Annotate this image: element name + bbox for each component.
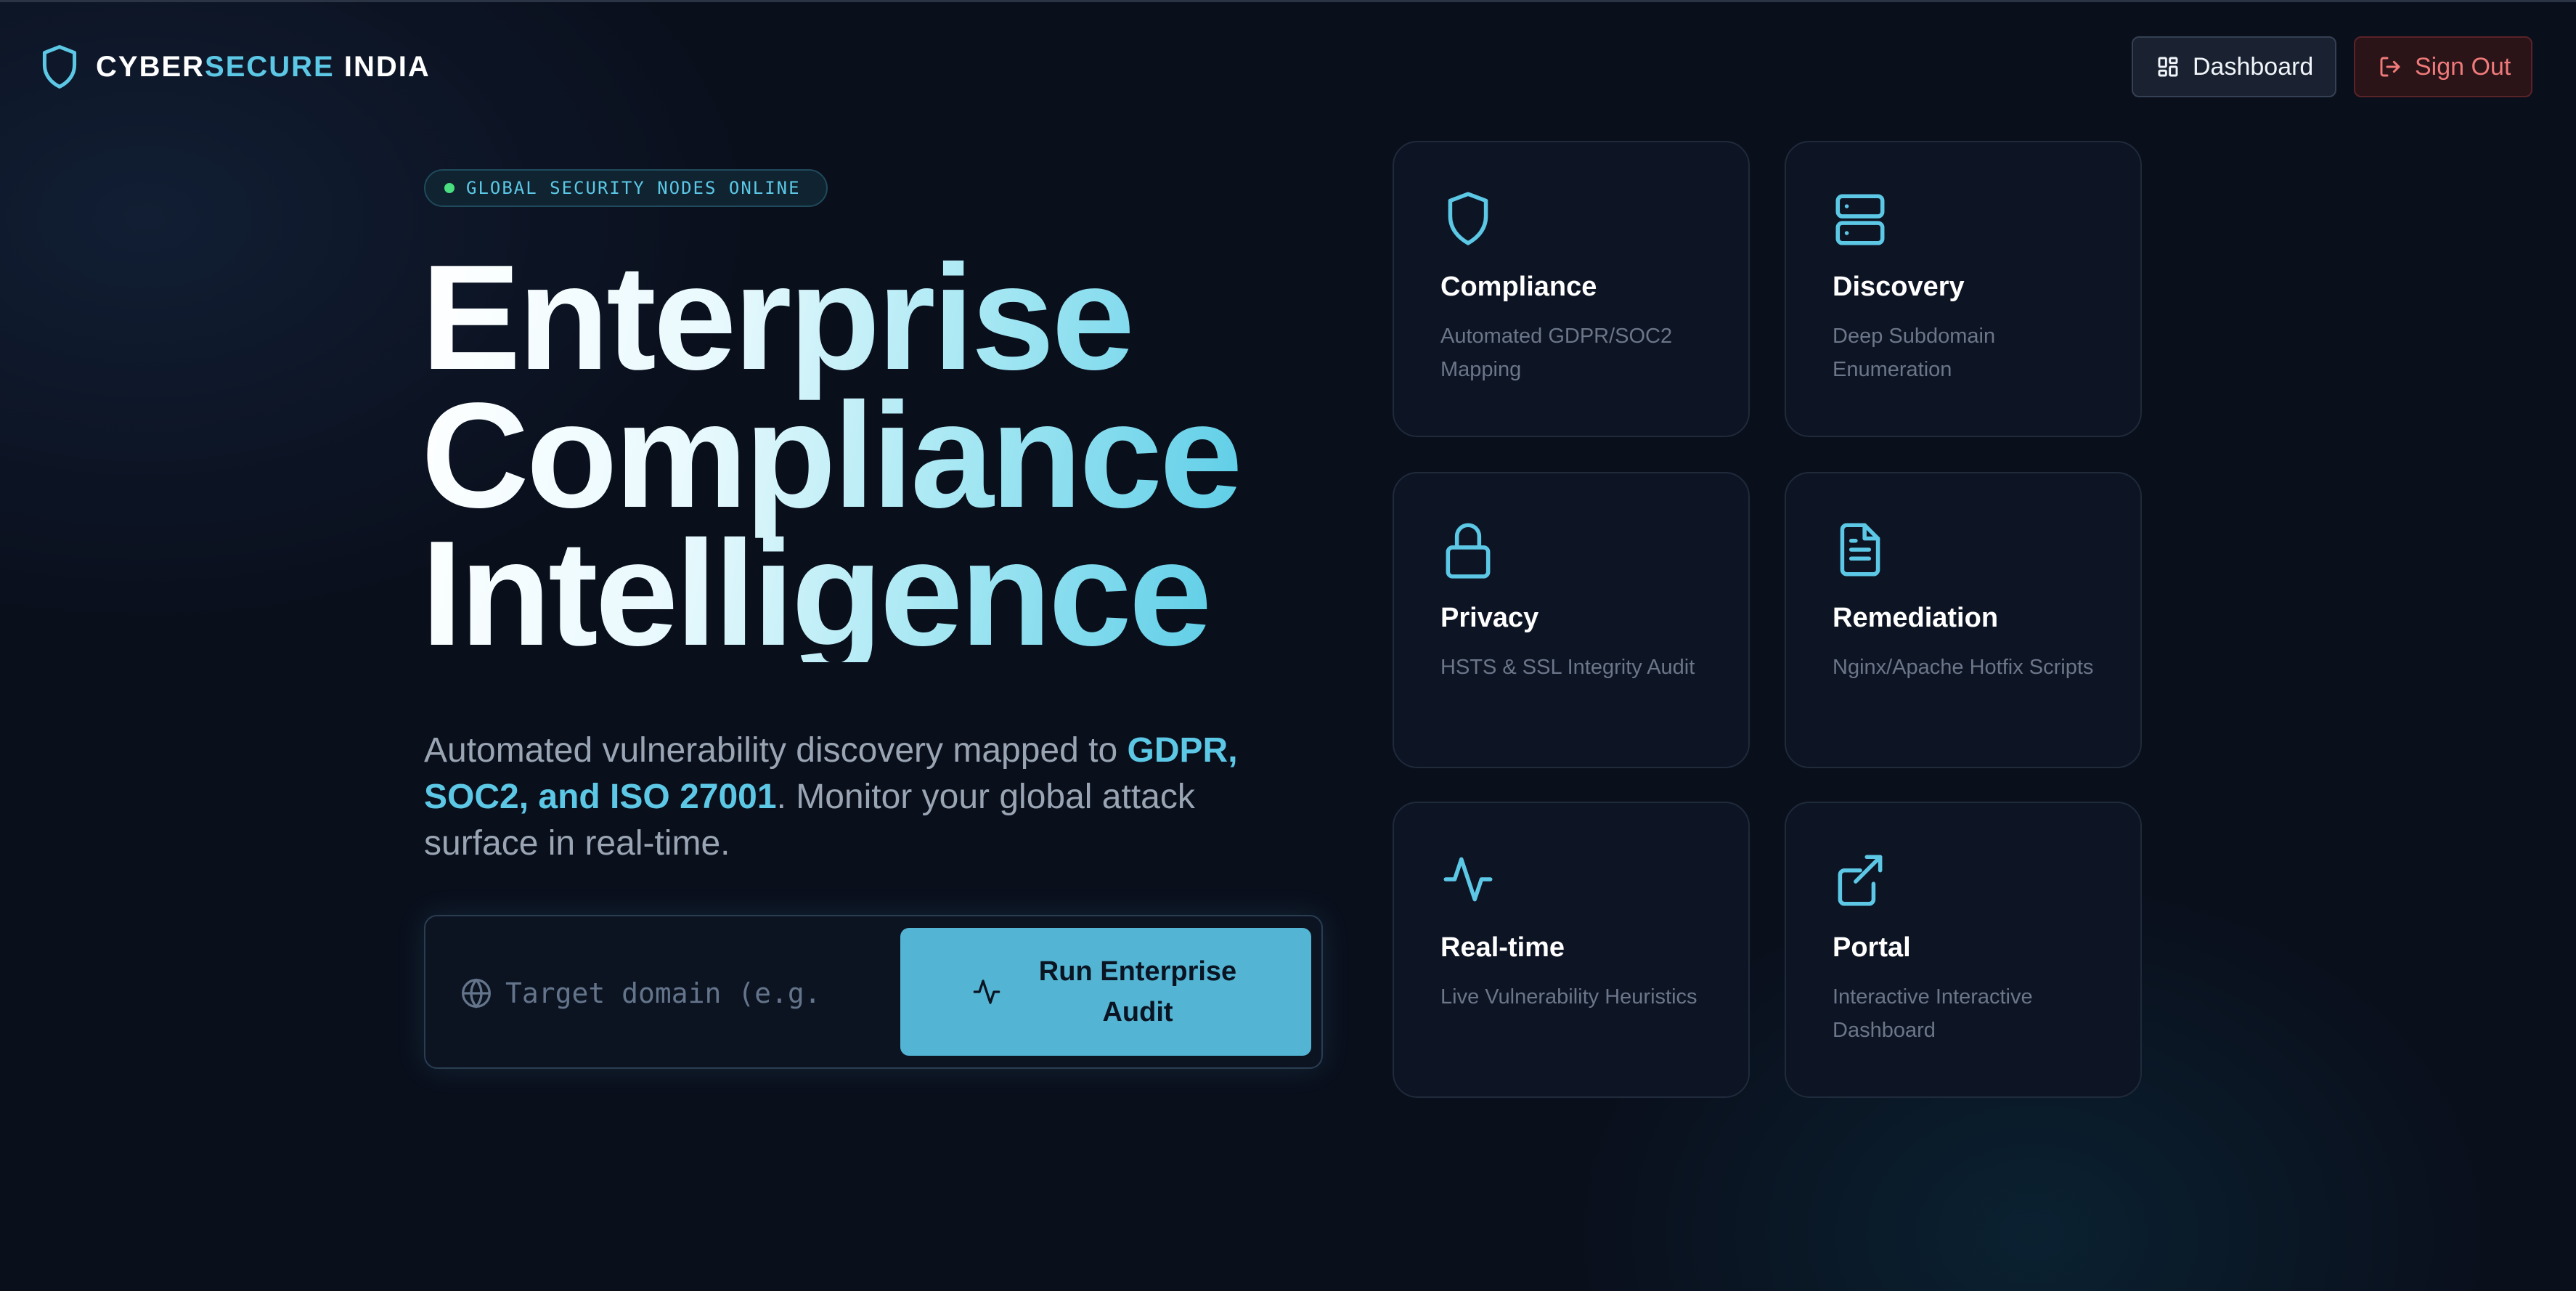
run-audit-label: Run Enterprise Audit [1038,956,1237,1027]
card-title: Discovery [1833,272,1965,302]
brand-name: CYBERSECURE INDIA [96,50,431,83]
card-description: Deep Subdomain Enumeration [1833,325,1996,381]
card-description: Interactive Interactive Dashboard [1833,985,2033,1042]
activity-icon [1440,848,1496,911]
hero-headline: Enterprise Compliance Intelligence [421,248,1240,662]
target-domain-input[interactable] [505,967,847,1019]
feature-card-compliance[interactable]: Compliance Automated GDPR/SOC2 Mapping [1393,141,1750,437]
shield-icon [1440,187,1496,250]
card-title: Compliance [1440,272,1597,302]
headline-line-1: Enterprise [421,234,1132,401]
online-indicator [444,183,455,193]
log-out-icon [2380,57,2400,77]
run-audit-button[interactable]: Run Enterprise Audit [900,928,1311,1056]
feature-card-portal[interactable]: Portal Interactive Interactive Dashboard [1785,802,2142,1098]
headline-line-3: Intelligence [421,510,1210,677]
card-description: Nginx/Apache Hotfix Scripts [1833,656,2094,679]
window-top-border [0,0,2576,2]
card-title: Privacy [1440,603,1539,633]
brand-logo[interactable]: CYBERSECURE INDIA [39,44,431,90]
dashboard-button[interactable]: Dashboard [2132,36,2336,97]
globe-icon [462,978,491,1009]
card-description: Live Vulnerability Heuristics [1440,985,1697,1009]
hero-subtitle: Automated vulnerability discovery mapped… [424,731,1238,863]
dashboard-button-label: Dashboard [2193,52,2314,81]
lock-icon [1440,518,1496,581]
sign-out-button[interactable]: Sign Out [2354,36,2532,97]
shield-logo-icon [42,45,77,89]
status-text: GLOBAL SECURITY NODES ONLINE [466,178,801,198]
card-title: Portal [1833,932,1911,963]
card-description: Automated GDPR/SOC2 Mapping [1440,325,1673,381]
headline-line-2: Compliance [421,372,1240,539]
card-title: Real-time [1440,932,1565,963]
file-text-icon [1833,518,1888,581]
feature-card-real-time[interactable]: Real-time Live Vulnerability Heuristics [1393,802,1750,1098]
feature-card-remediation[interactable]: Remediation Nginx/Apache Hotfix Scripts [1785,472,2142,768]
card-title: Remediation [1833,603,1999,633]
external-link-icon [1833,848,1888,911]
activity-icon [973,980,1000,1004]
server-icon [1833,187,1888,250]
feature-card-privacy[interactable]: Privacy HSTS & SSL Integrity Audit [1393,472,1750,768]
card-description: HSTS & SSL Integrity Audit [1440,656,1695,679]
status-badge: GLOBAL SECURITY NODES ONLINE [424,169,828,207]
feature-card-discovery[interactable]: Discovery Deep Subdomain Enumeration [1785,141,2142,437]
layout-grid-icon [2158,57,2178,77]
audit-form: Run Enterprise Audit [424,915,1323,1069]
sign-out-button-label: Sign Out [2415,52,2511,81]
